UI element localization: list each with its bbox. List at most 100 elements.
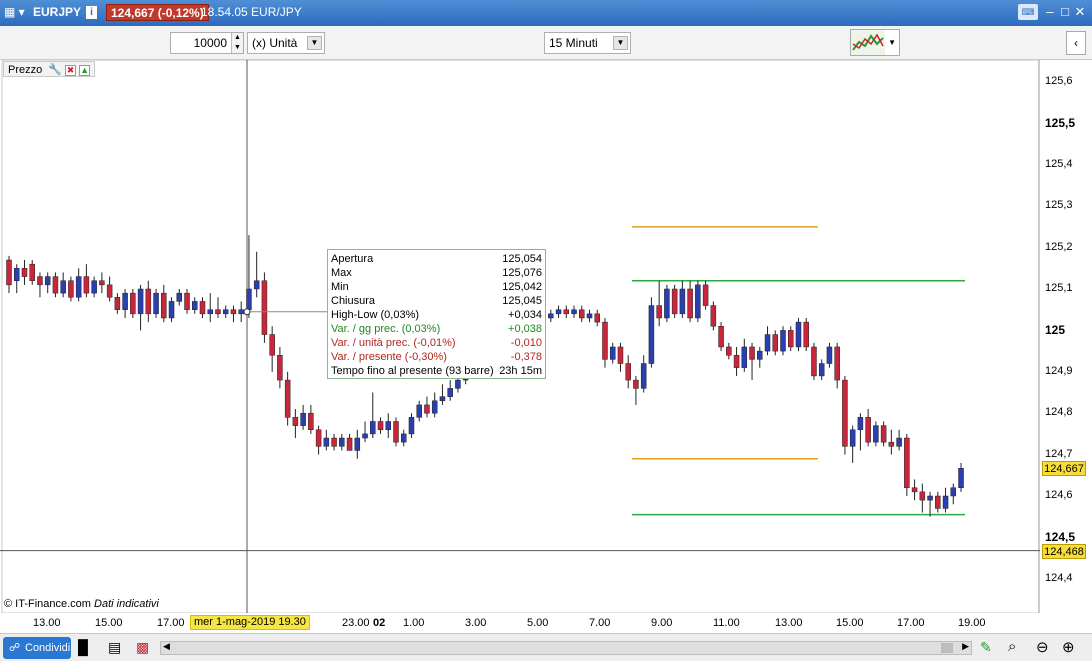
candle-tooltip: Apertura 125,054 Max 125,076 Min 125,042 Chius…	[327, 249, 546, 379]
candle-body	[648, 305, 655, 364]
close-icon[interactable]: ✕	[1072, 4, 1088, 20]
candle-body	[679, 288, 686, 315]
candle-body	[269, 334, 275, 356]
tooltip-label: Var. / unità prec. (-0,01%)	[331, 337, 456, 349]
scroll-left-icon[interactable]: ◀	[163, 641, 170, 652]
zoom-in-icon[interactable]: ⊕	[1062, 638, 1075, 656]
candle-body	[733, 354, 740, 368]
candle-body	[6, 259, 12, 286]
scroll-thumb[interactable]	[941, 643, 953, 653]
bar-type-icon[interactable]: ▩	[136, 639, 149, 656]
candle-body	[687, 288, 693, 319]
info-icon[interactable]: i	[86, 6, 97, 19]
candle-body	[83, 276, 90, 294]
time-symbol-label: 18.54.05 EUR/JPY	[201, 5, 302, 19]
x-tick-label: 13.00	[775, 617, 803, 629]
price-tag: 124,468	[1042, 543, 1086, 559]
candle-body	[130, 292, 136, 315]
y-tick-label: 125,4	[1045, 157, 1073, 170]
app-menu-icon[interactable]: ▦ ▾	[4, 5, 25, 19]
unit-select[interactable]: (x) Unità ▼	[247, 32, 325, 54]
timeframe-select-value: 15 Minuti	[549, 36, 598, 50]
candle-body	[780, 330, 786, 352]
zoom-out-icon[interactable]: ⊖	[1036, 638, 1049, 656]
symbol-label[interactable]: EURJPY	[33, 5, 81, 19]
candle-body	[834, 346, 840, 381]
tooltip-label: Var. / presente (-0,30%)	[331, 351, 447, 363]
candle-body	[416, 404, 422, 418]
tooltip-label: High-Low (0,03%)	[331, 309, 420, 321]
y-tick-label: 124,6	[1045, 489, 1073, 501]
tooltip-label: Tempo fino al presente (93 barre)	[331, 365, 494, 377]
candle-body	[284, 379, 291, 418]
candle-body	[772, 334, 779, 352]
share-button-label: Condividi	[25, 642, 71, 654]
minimize-icon[interactable]: –	[1042, 4, 1058, 20]
candle-body	[447, 388, 453, 397]
candle-body	[842, 379, 848, 447]
candle-body	[888, 441, 895, 447]
x-axis: 13.00 15.00 17.00 23.00 02 1.00 3.00 5.00 7.00 9.…	[0, 613, 1040, 633]
candle-body	[896, 437, 902, 447]
candle-body	[563, 309, 570, 315]
unit-select-value: (x) Unità	[252, 36, 298, 50]
move-up-icon[interactable]: ▲	[79, 65, 91, 76]
close-indicator-icon[interactable]: ✖	[65, 65, 77, 76]
tooltip-row: Max 125,076	[330, 266, 543, 280]
share-button[interactable]: ☍ Condividi	[3, 637, 71, 659]
tooltip-value: -0,378	[510, 351, 542, 363]
x-tick-label: 9.00	[651, 617, 673, 629]
scroll-right-icon[interactable]: ▶	[962, 641, 969, 652]
pencil-icon[interactable]: ✎	[980, 639, 992, 656]
wrench-icon[interactable]: 🔧	[48, 64, 62, 76]
candle-body	[602, 321, 608, 360]
candle-body	[277, 354, 283, 381]
indicators-button[interactable]: ▼	[850, 29, 900, 56]
candle-body	[664, 288, 670, 319]
tooltip-label: Var. / gg prec. (0,03%)	[331, 323, 441, 335]
side-panel-toggle-icon[interactable]: ‹	[1066, 31, 1086, 55]
candle-body	[609, 346, 616, 360]
list-icon[interactable]: ▤	[108, 639, 121, 656]
candle-body	[625, 363, 631, 381]
chevron-down-icon[interactable]: ▼	[307, 36, 322, 50]
x-tick-label: 1.00	[403, 617, 425, 629]
copyright-text: © IT-Finance.com	[4, 598, 91, 610]
price-tag: 124,667	[1042, 461, 1086, 477]
tooltip-label: Chiusura	[331, 295, 376, 307]
copyright-note: © IT-Finance.com Dati indicativi	[4, 598, 159, 610]
candle-body	[323, 437, 330, 447]
candle-body	[958, 468, 964, 488]
candle-body	[253, 280, 260, 290]
candle-body	[555, 309, 562, 315]
candle-body	[393, 421, 399, 443]
x-tick-label: 17.00	[897, 617, 925, 629]
candle-body	[238, 309, 244, 315]
tooltip-value: 125,054	[502, 253, 542, 265]
candle-body	[911, 487, 918, 493]
candlestick-type-icon[interactable]: █	[78, 639, 88, 655]
keyboard-icon[interactable]: ⌨	[1018, 4, 1038, 20]
candle-body	[702, 284, 709, 306]
price-chart[interactable]	[0, 60, 1092, 613]
chevron-down-icon[interactable]: ▼	[613, 36, 628, 50]
tooltip-value: +0,034	[508, 309, 542, 321]
tooltip-value: 125,045	[502, 295, 542, 307]
stepper-arrows-icon[interactable]: ▲ ▼	[231, 33, 243, 53]
title-bar: ▦ ▾ EURJPY i 124,667 (-0,12%) 18.54.05 E…	[0, 0, 1092, 26]
candle-body	[695, 284, 701, 319]
maximize-icon[interactable]: □	[1057, 4, 1073, 20]
candle-body	[261, 280, 268, 335]
candle-body	[137, 288, 144, 315]
candle-body	[904, 437, 910, 488]
zoom-fit-icon[interactable]: ⌕	[1008, 638, 1016, 655]
candle-body	[741, 346, 748, 368]
timeframe-select[interactable]: 15 Minuti ▼	[544, 32, 631, 54]
candle-body	[617, 346, 624, 364]
chart-scrollbar[interactable]: ◀ ▶	[160, 641, 972, 655]
quantity-stepper[interactable]: 10000 ▲ ▼	[170, 32, 244, 54]
candle-body	[168, 301, 175, 319]
chevron-down-icon[interactable]: ▼	[888, 38, 896, 47]
candle-body	[757, 350, 763, 360]
tooltip-value: 125,042	[502, 281, 542, 293]
